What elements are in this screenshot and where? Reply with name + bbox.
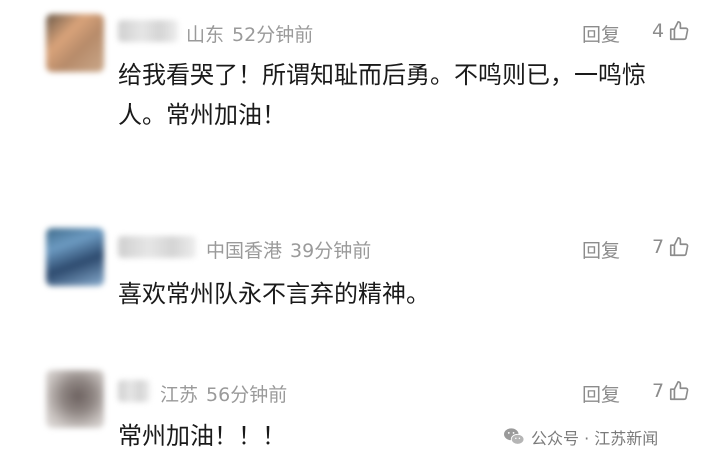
thumbs-up-icon <box>670 381 689 401</box>
thumbs-up-icon <box>670 237 689 257</box>
wechat-icon <box>504 428 525 445</box>
reply-button[interactable]: 回复 <box>582 380 620 407</box>
username-blurred[interactable] <box>118 20 178 42</box>
comment-text: 给我看哭了！所谓知耻而后勇。不鸣则已，一鸣惊人。常州加油！ <box>118 61 646 129</box>
comment-location: 江苏 <box>160 384 199 406</box>
reply-button[interactable]: 回复 <box>582 20 620 47</box>
comment-location: 山东 <box>186 24 225 46</box>
username-blurred[interactable] <box>118 380 150 402</box>
watermark-text: 公众号 · 江苏新闻 <box>531 429 659 448</box>
comment-time: 52分钟前 <box>232 24 314 46</box>
comment-time: 39分钟前 <box>290 240 372 262</box>
comment-meta: 山东 52分钟前 <box>186 20 321 47</box>
like-count: 7 <box>652 380 665 402</box>
reply-button[interactable]: 回复 <box>582 236 620 263</box>
username-blurred[interactable] <box>118 236 196 258</box>
thumbs-up-icon <box>670 21 689 41</box>
watermark: 公众号 · 江苏新闻 <box>503 425 658 449</box>
like-count: 4 <box>652 20 665 42</box>
like-button[interactable]: 7 <box>652 236 690 258</box>
comment-time: 56分钟前 <box>206 384 288 406</box>
comment-meta: 中国香港 39分钟前 <box>206 236 379 263</box>
comment-location: 中国香港 <box>206 240 283 262</box>
like-count: 7 <box>652 236 665 258</box>
like-button[interactable]: 4 <box>652 20 690 42</box>
like-button[interactable]: 7 <box>652 380 690 402</box>
comment-text: 喜欢常州队永不言弃的精神。 <box>118 280 430 308</box>
avatar[interactable] <box>46 14 104 72</box>
comment-meta: 江苏 56分钟前 <box>160 380 295 407</box>
avatar[interactable] <box>46 370 104 428</box>
avatar[interactable] <box>46 228 104 286</box>
